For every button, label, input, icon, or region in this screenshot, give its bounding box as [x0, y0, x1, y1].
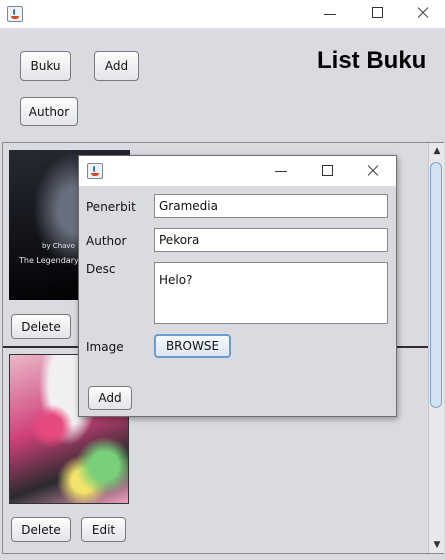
author-button[interactable]: Author: [20, 97, 78, 126]
penerbit-label: Penerbit: [86, 200, 136, 214]
scroll-up-icon[interactable]: ▲: [429, 144, 445, 158]
scroll-down-icon[interactable]: ▼: [429, 538, 445, 552]
browse-button[interactable]: BROWSE: [154, 334, 231, 358]
main-title-bar: [0, 0, 445, 28]
dialog-add-button[interactable]: Add: [88, 386, 132, 410]
minimize-button[interactable]: [318, 1, 344, 27]
minimize-icon: [275, 171, 287, 172]
penerbit-input[interactable]: [154, 194, 388, 218]
add-book-dialog: Penerbit Author Desc Helo? Image BROWSE …: [78, 155, 397, 417]
page-title: List Buku: [317, 47, 427, 74]
dialog-maximize-button[interactable]: [315, 158, 341, 184]
close-button[interactable]: [410, 0, 436, 26]
maximize-button[interactable]: [365, 0, 391, 26]
buku-button[interactable]: Buku: [20, 51, 71, 81]
dialog-title-bar: [79, 156, 396, 186]
java-cup-icon: [7, 6, 23, 22]
maximize-icon: [322, 165, 333, 176]
edit-button[interactable]: Edit: [81, 517, 126, 542]
scrollbar-thumb[interactable]: [430, 162, 442, 408]
desc-label: Desc: [86, 262, 116, 276]
minimize-icon: [324, 14, 336, 15]
delete-button[interactable]: Delete: [11, 314, 71, 339]
dialog-close-button[interactable]: [360, 158, 386, 184]
cover-caption-title: The Legendary: [19, 256, 79, 265]
maximize-icon: [372, 7, 383, 18]
author-input[interactable]: [154, 228, 388, 252]
desc-textarea[interactable]: Helo?: [154, 262, 388, 324]
delete-button[interactable]: Delete: [11, 517, 71, 542]
java-cup-icon: [87, 163, 103, 179]
cover-caption-author: by Chavo: [42, 242, 75, 250]
author-label: Author: [86, 234, 127, 248]
image-label: Image: [86, 340, 124, 354]
dialog-minimize-button[interactable]: [269, 158, 295, 184]
add-button[interactable]: Add: [94, 51, 139, 81]
